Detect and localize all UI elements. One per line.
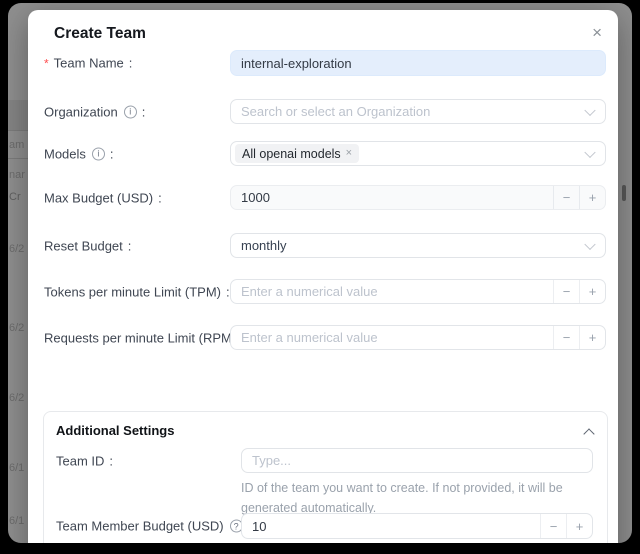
model-tag: All openai models × [235,144,359,163]
required-mark: * [44,56,49,70]
max-budget-stepper: − + [230,185,606,210]
organization-placeholder: Search or select an Organization [241,104,430,119]
backdrop-date-fragment: 6/1 [9,462,24,474]
tag-remove-icon[interactable]: × [346,148,352,159]
plus-button[interactable]: + [579,280,605,303]
reset-budget-select[interactable]: monthly [230,233,606,258]
team-member-budget-input[interactable] [252,519,530,534]
team-id-help-text: ID of the team you want to create. If no… [241,478,597,518]
tpm-label: Tokens per minute Limit (TPM) : [44,284,230,299]
tpm-input[interactable] [241,284,543,299]
minus-button[interactable]: − [553,326,579,349]
backdrop-text-fragment: am [9,139,24,151]
info-icon: i [92,147,105,160]
backdrop-text-fragment: Cr [9,191,21,203]
minus-button[interactable]: − [553,186,579,209]
chevron-down-icon [584,104,595,115]
backdrop-date-fragment: 6/2 [9,322,24,334]
max-budget-label: Max Budget (USD) : [44,190,162,205]
team-name-row: * Team Name : [44,50,606,76]
backdrop-text-fragment: nar [9,169,25,181]
modal-title: Create Team [54,25,146,43]
plus-button[interactable]: + [579,186,605,209]
team-id-input[interactable] [252,453,582,468]
close-icon[interactable]: × [592,24,602,41]
additional-settings-title: Additional Settings [56,423,174,438]
team-id-row: Team ID : [56,448,597,473]
backdrop-row-divider [8,158,30,159]
plus-button[interactable]: + [579,326,605,349]
rpm-label: Requests per minute Limit (RPM) : [44,330,245,345]
backdrop-table-band [8,100,30,131]
max-budget-input[interactable] [241,190,543,205]
team-id-label: Team ID : [56,453,113,468]
reset-budget-row: Reset Budget : monthly [44,233,606,258]
info-icon: i [124,105,137,118]
reset-budget-value: monthly [241,238,287,253]
team-name-input-wrap [230,50,606,76]
team-name-input[interactable] [241,56,595,71]
team-member-budget-label: Team Member Budget (USD) ? : [56,519,251,534]
backdrop-date-fragment: 6/2 [9,392,24,404]
organization-select[interactable]: Search or select an Organization [230,99,606,124]
models-select[interactable]: All openai models × [230,141,606,166]
models-label: Models i : [44,146,114,161]
minus-button[interactable]: − [540,514,566,538]
models-row: Models i : All openai models × [44,141,606,166]
chevron-down-icon [584,146,595,157]
tpm-row: Tokens per minute Limit (TPM) : − + [44,279,606,304]
tpm-stepper: − + [230,279,606,304]
dimmed-page-backdrop: am nar Cr 6/2 6/2 6/2 6/1 6/1 Create Tea… [8,3,632,543]
minus-button[interactable]: − [553,280,579,303]
backdrop-scrollbar-thumb [622,185,626,201]
backdrop-row-divider [8,130,30,131]
max-budget-row: Max Budget (USD) : − + [44,185,606,210]
model-tag-label: All openai models [242,147,341,161]
organization-row: Organization i : Search or select an Org… [44,99,606,124]
backdrop-date-fragment: 6/2 [9,243,24,255]
team-member-budget-row: Team Member Budget (USD) ? : − + [56,513,597,539]
organization-label: Organization i : [44,104,145,119]
rpm-stepper: − + [230,325,606,350]
additional-settings-card: Additional Settings Team ID : ID of the … [43,411,608,543]
team-name-label: * Team Name : [44,56,132,71]
plus-button[interactable]: + [566,514,592,538]
backdrop-date-fragment: 6/1 [9,515,24,527]
rpm-input[interactable] [241,330,543,345]
team-member-budget-stepper: − + [241,513,593,539]
chevron-down-icon [584,238,595,249]
rpm-row: Requests per minute Limit (RPM) : − + [44,325,606,350]
team-id-input-wrap [241,448,593,473]
reset-budget-label: Reset Budget : [44,238,131,253]
create-team-modal: Create Team × * Team Name : Organization… [28,10,618,543]
chevron-up-icon[interactable] [583,428,594,439]
